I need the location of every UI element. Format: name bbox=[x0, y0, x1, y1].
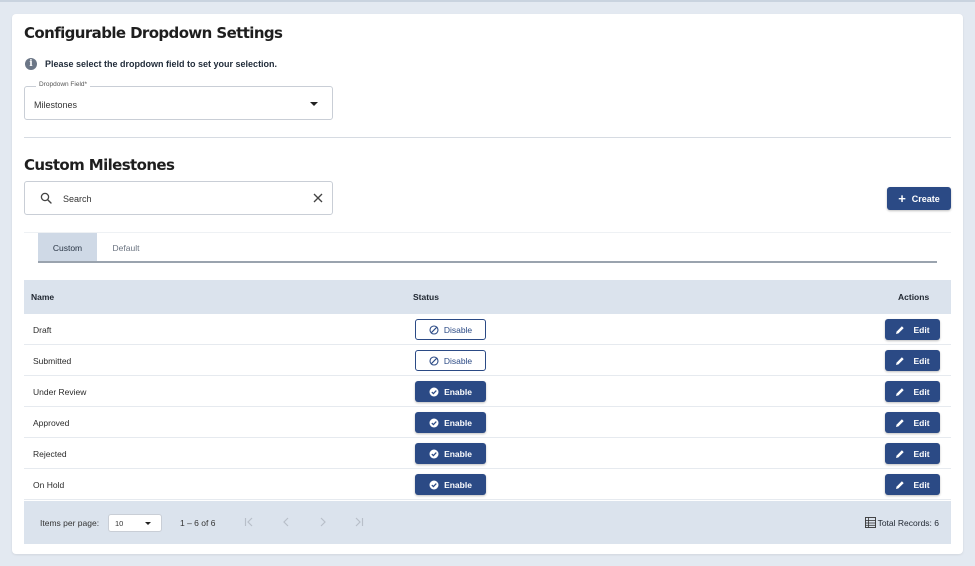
info-icon: i bbox=[25, 58, 37, 70]
table-row: Approved Enable Edit bbox=[24, 407, 951, 438]
disable-button[interactable]: Disable bbox=[415, 350, 486, 371]
plus-icon: + bbox=[898, 191, 906, 206]
status-label: Enable bbox=[444, 479, 472, 490]
milestones-table: Name Status Actions Draft Disable Edit S… bbox=[24, 280, 951, 500]
check-circle-icon bbox=[429, 387, 439, 396]
close-icon[interactable] bbox=[312, 192, 324, 204]
pencil-icon bbox=[896, 449, 905, 458]
pencil-icon bbox=[896, 480, 905, 489]
tabs-underline bbox=[38, 261, 937, 263]
total-records-text: Total Records: 6 bbox=[877, 517, 939, 528]
edit-label: Edit bbox=[913, 324, 930, 335]
status-label: Enable bbox=[444, 417, 472, 428]
edit-button[interactable]: Edit bbox=[885, 443, 940, 464]
chevron-left-icon[interactable] bbox=[278, 514, 294, 530]
row-name: Under Review bbox=[33, 387, 87, 397]
table-header: Name Status Actions bbox=[24, 280, 951, 314]
status-label: Enable bbox=[444, 386, 472, 397]
table-row: Rejected Enable Edit bbox=[24, 438, 951, 469]
caret-down-icon bbox=[145, 522, 151, 525]
pencil-icon bbox=[896, 325, 905, 334]
last-page-icon[interactable] bbox=[351, 514, 367, 530]
edit-button[interactable]: Edit bbox=[885, 412, 940, 433]
items-per-page-label: Items per page: bbox=[40, 518, 100, 528]
row-name: Draft bbox=[33, 325, 52, 335]
disable-button[interactable]: Disable bbox=[415, 319, 486, 340]
search-placeholder: Search bbox=[63, 194, 92, 204]
first-page-icon[interactable] bbox=[241, 514, 257, 530]
pencil-icon bbox=[896, 356, 905, 365]
enable-button[interactable]: Enable bbox=[415, 443, 486, 464]
edit-label: Edit bbox=[913, 417, 930, 428]
items-per-page-value: 10 bbox=[115, 519, 124, 528]
total-records: Total Records: 6 bbox=[864, 517, 939, 528]
block-icon bbox=[429, 324, 439, 335]
dropdown-field-select[interactable]: Dropdown Field* Milestones bbox=[24, 81, 333, 120]
status-label: Enable bbox=[444, 448, 472, 459]
status-label: Disable bbox=[443, 324, 473, 335]
row-name: On Hold bbox=[33, 480, 65, 490]
table-row: On Hold Enable Edit bbox=[24, 469, 951, 500]
check-circle-icon bbox=[429, 449, 439, 458]
edit-button[interactable]: Edit bbox=[885, 474, 940, 495]
enable-button[interactable]: Enable bbox=[415, 412, 486, 433]
edit-button[interactable]: Edit bbox=[885, 350, 940, 371]
create-button[interactable]: + Create bbox=[887, 187, 951, 210]
caret-down-icon bbox=[310, 102, 318, 106]
edit-label: Edit bbox=[913, 386, 930, 397]
section-title: Custom Milestones bbox=[24, 156, 175, 174]
dropdown-field-value: Milestones bbox=[34, 100, 78, 110]
edit-button[interactable]: Edit bbox=[885, 381, 940, 402]
row-name: Approved bbox=[33, 418, 70, 428]
check-circle-icon bbox=[429, 480, 439, 489]
search-input[interactable]: Search bbox=[24, 181, 333, 215]
info-text: Please select the dropdown field to set … bbox=[45, 59, 278, 69]
table-row: Draft Disable Edit bbox=[24, 314, 951, 345]
header-actions: Actions bbox=[898, 292, 930, 302]
edit-label: Edit bbox=[913, 479, 930, 490]
pagination-range: 1 – 6 of 6 bbox=[180, 518, 216, 528]
tab-custom[interactable]: Custom bbox=[38, 233, 97, 262]
dropdown-field-label: Dropdown Field* bbox=[36, 81, 91, 88]
enable-button[interactable]: Enable bbox=[415, 474, 486, 495]
chevron-right-icon[interactable] bbox=[315, 514, 331, 530]
table-footer: Items per page: 10 1 – 6 of 6 Total Reco… bbox=[24, 501, 951, 544]
row-name: Rejected bbox=[33, 449, 67, 459]
tab-default[interactable]: Default bbox=[97, 233, 155, 262]
table-icon bbox=[864, 517, 876, 528]
section-divider bbox=[24, 137, 951, 138]
edit-label: Edit bbox=[913, 355, 930, 366]
block-icon bbox=[429, 355, 439, 366]
header-status: Status bbox=[413, 292, 439, 302]
edit-label: Edit bbox=[913, 448, 930, 459]
table-row: Submitted Disable Edit bbox=[24, 345, 951, 376]
table-row: Under Review Enable Edit bbox=[24, 376, 951, 407]
pencil-icon bbox=[896, 387, 905, 396]
tabs-bar: Custom Default bbox=[24, 232, 951, 263]
search-icon bbox=[40, 192, 52, 204]
check-circle-icon bbox=[429, 418, 439, 427]
enable-button[interactable]: Enable bbox=[415, 381, 486, 402]
settings-card: Configurable Dropdown Settings i Please … bbox=[12, 14, 963, 554]
page-title: Configurable Dropdown Settings bbox=[24, 24, 283, 42]
items-per-page-select[interactable]: 10 bbox=[108, 514, 162, 532]
status-label: Disable bbox=[443, 355, 473, 366]
info-message: i Please select the dropdown field to se… bbox=[25, 58, 277, 70]
pencil-icon bbox=[896, 418, 905, 427]
header-name: Name bbox=[31, 292, 55, 302]
edit-button[interactable]: Edit bbox=[885, 319, 940, 340]
row-name: Submitted bbox=[33, 356, 72, 366]
create-button-label: Create bbox=[911, 193, 940, 204]
top-border bbox=[0, 0, 975, 2]
